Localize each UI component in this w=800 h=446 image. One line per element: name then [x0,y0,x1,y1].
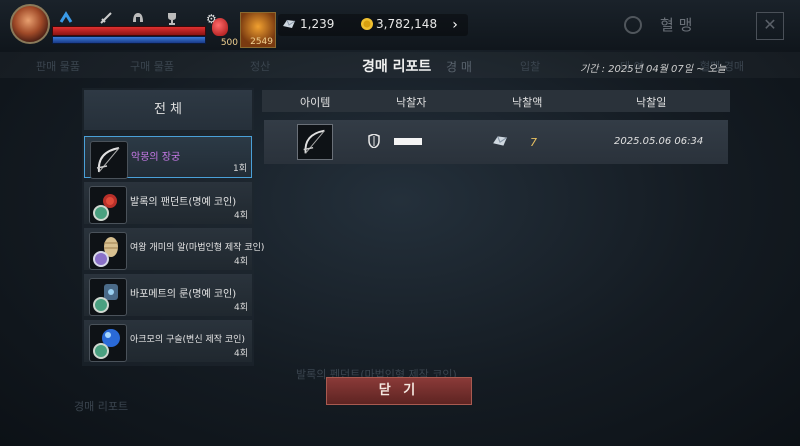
potion-slot[interactable]: 500 [208,18,238,48]
date-value: 2025.05.06 06:34 [614,136,704,147]
item-count: 4회 [233,349,248,359]
bg-tab: 입찰 [520,60,541,73]
helmet-icon[interactable] [130,10,146,26]
list-item[interactable]: 여왕 개미의 알(마법인형 제작 코인) 4회 [84,228,264,270]
item-count: 1회 [232,164,247,174]
mp-bar [52,36,206,44]
crystal-icon [283,19,296,28]
header-bidder: 낙찰자 [396,96,427,109]
gold-coin-icon [361,18,373,30]
dialog-title: 경매 리포트 [362,59,432,75]
item-count: 4회 [233,303,248,313]
period-text: 기간 : 2025년 04월 07일 ~ 오늘 [580,64,727,75]
pendant-coin-icon [89,186,127,224]
close-icon[interactable]: ✕ [756,12,784,40]
sword-icon[interactable] [98,10,114,26]
list-item[interactable]: 바포메트의 룬(명예 코인) 4회 [84,274,252,316]
trophy-icon[interactable] [164,10,180,26]
bg-tab: 판매 물품 [36,60,80,73]
chevron-right-icon[interactable]: › [444,14,466,36]
item-name: 아크모의 구슬(변신 제작 코인) [130,335,245,345]
header-date: 낙찰일 [636,96,667,109]
chevron-up-icon[interactable] [58,10,74,26]
hp-bar [52,26,206,36]
character-avatar[interactable] [10,4,50,44]
potion-icon [212,18,228,36]
list-item[interactable]: 악몽의 장궁 1회 [84,136,252,179]
item-name: 악몽의 장궁 [131,152,181,163]
skill-count: 2549 [250,37,273,47]
item-count: 4회 [233,211,248,221]
header-item: 아이템 [300,96,331,109]
tab-all[interactable]: 전 체 [84,90,252,130]
list-item[interactable]: 발록의 팬던트(명예 코인) 4회 [84,182,252,224]
bg-text: 경매 리포트 [74,400,129,413]
guild-emblem-icon [624,16,642,34]
close-button[interactable]: 닫 기 [326,377,472,405]
item-name: 여왕 개미의 알(마법인형 제작 코인) [130,243,265,253]
currency-bar: 1,239 3,782,148 [278,14,468,36]
skill-slot[interactable]: 2549 [240,12,276,48]
table-header: 아이템 낙찰자 낙찰액 낙찰일 [262,90,730,112]
gold-amount: 3,782,148 [376,17,438,31]
list-item[interactable]: 아크모의 구슬(변신 제작 코인) 4회 [84,320,252,362]
item-name: 바포메트의 룬(명예 코인) [130,289,237,300]
bidder-name-redacted [394,138,422,145]
price-value: 7 [530,136,537,149]
orb-coin-icon [89,324,127,362]
dialog-subtitle: 경 매 [446,60,472,74]
bow-icon [90,141,128,179]
item-count: 4회 [233,257,248,267]
rune-coin-icon [89,278,127,316]
ant-egg-coin-icon [89,232,127,270]
guild-title: 혈 맹 [660,16,693,34]
shield-icon [368,134,380,148]
bow-icon [297,124,333,160]
header-price: 낙찰액 [512,96,543,109]
crystal-icon [493,136,508,146]
potion-count: 500 [220,38,238,48]
bg-tab: 구매 물품 [130,60,174,73]
bg-tab: 정산 [250,60,271,73]
crystal-amount: 1,239 [300,17,335,31]
item-name: 발록의 팬던트(명예 코인) [130,197,237,208]
